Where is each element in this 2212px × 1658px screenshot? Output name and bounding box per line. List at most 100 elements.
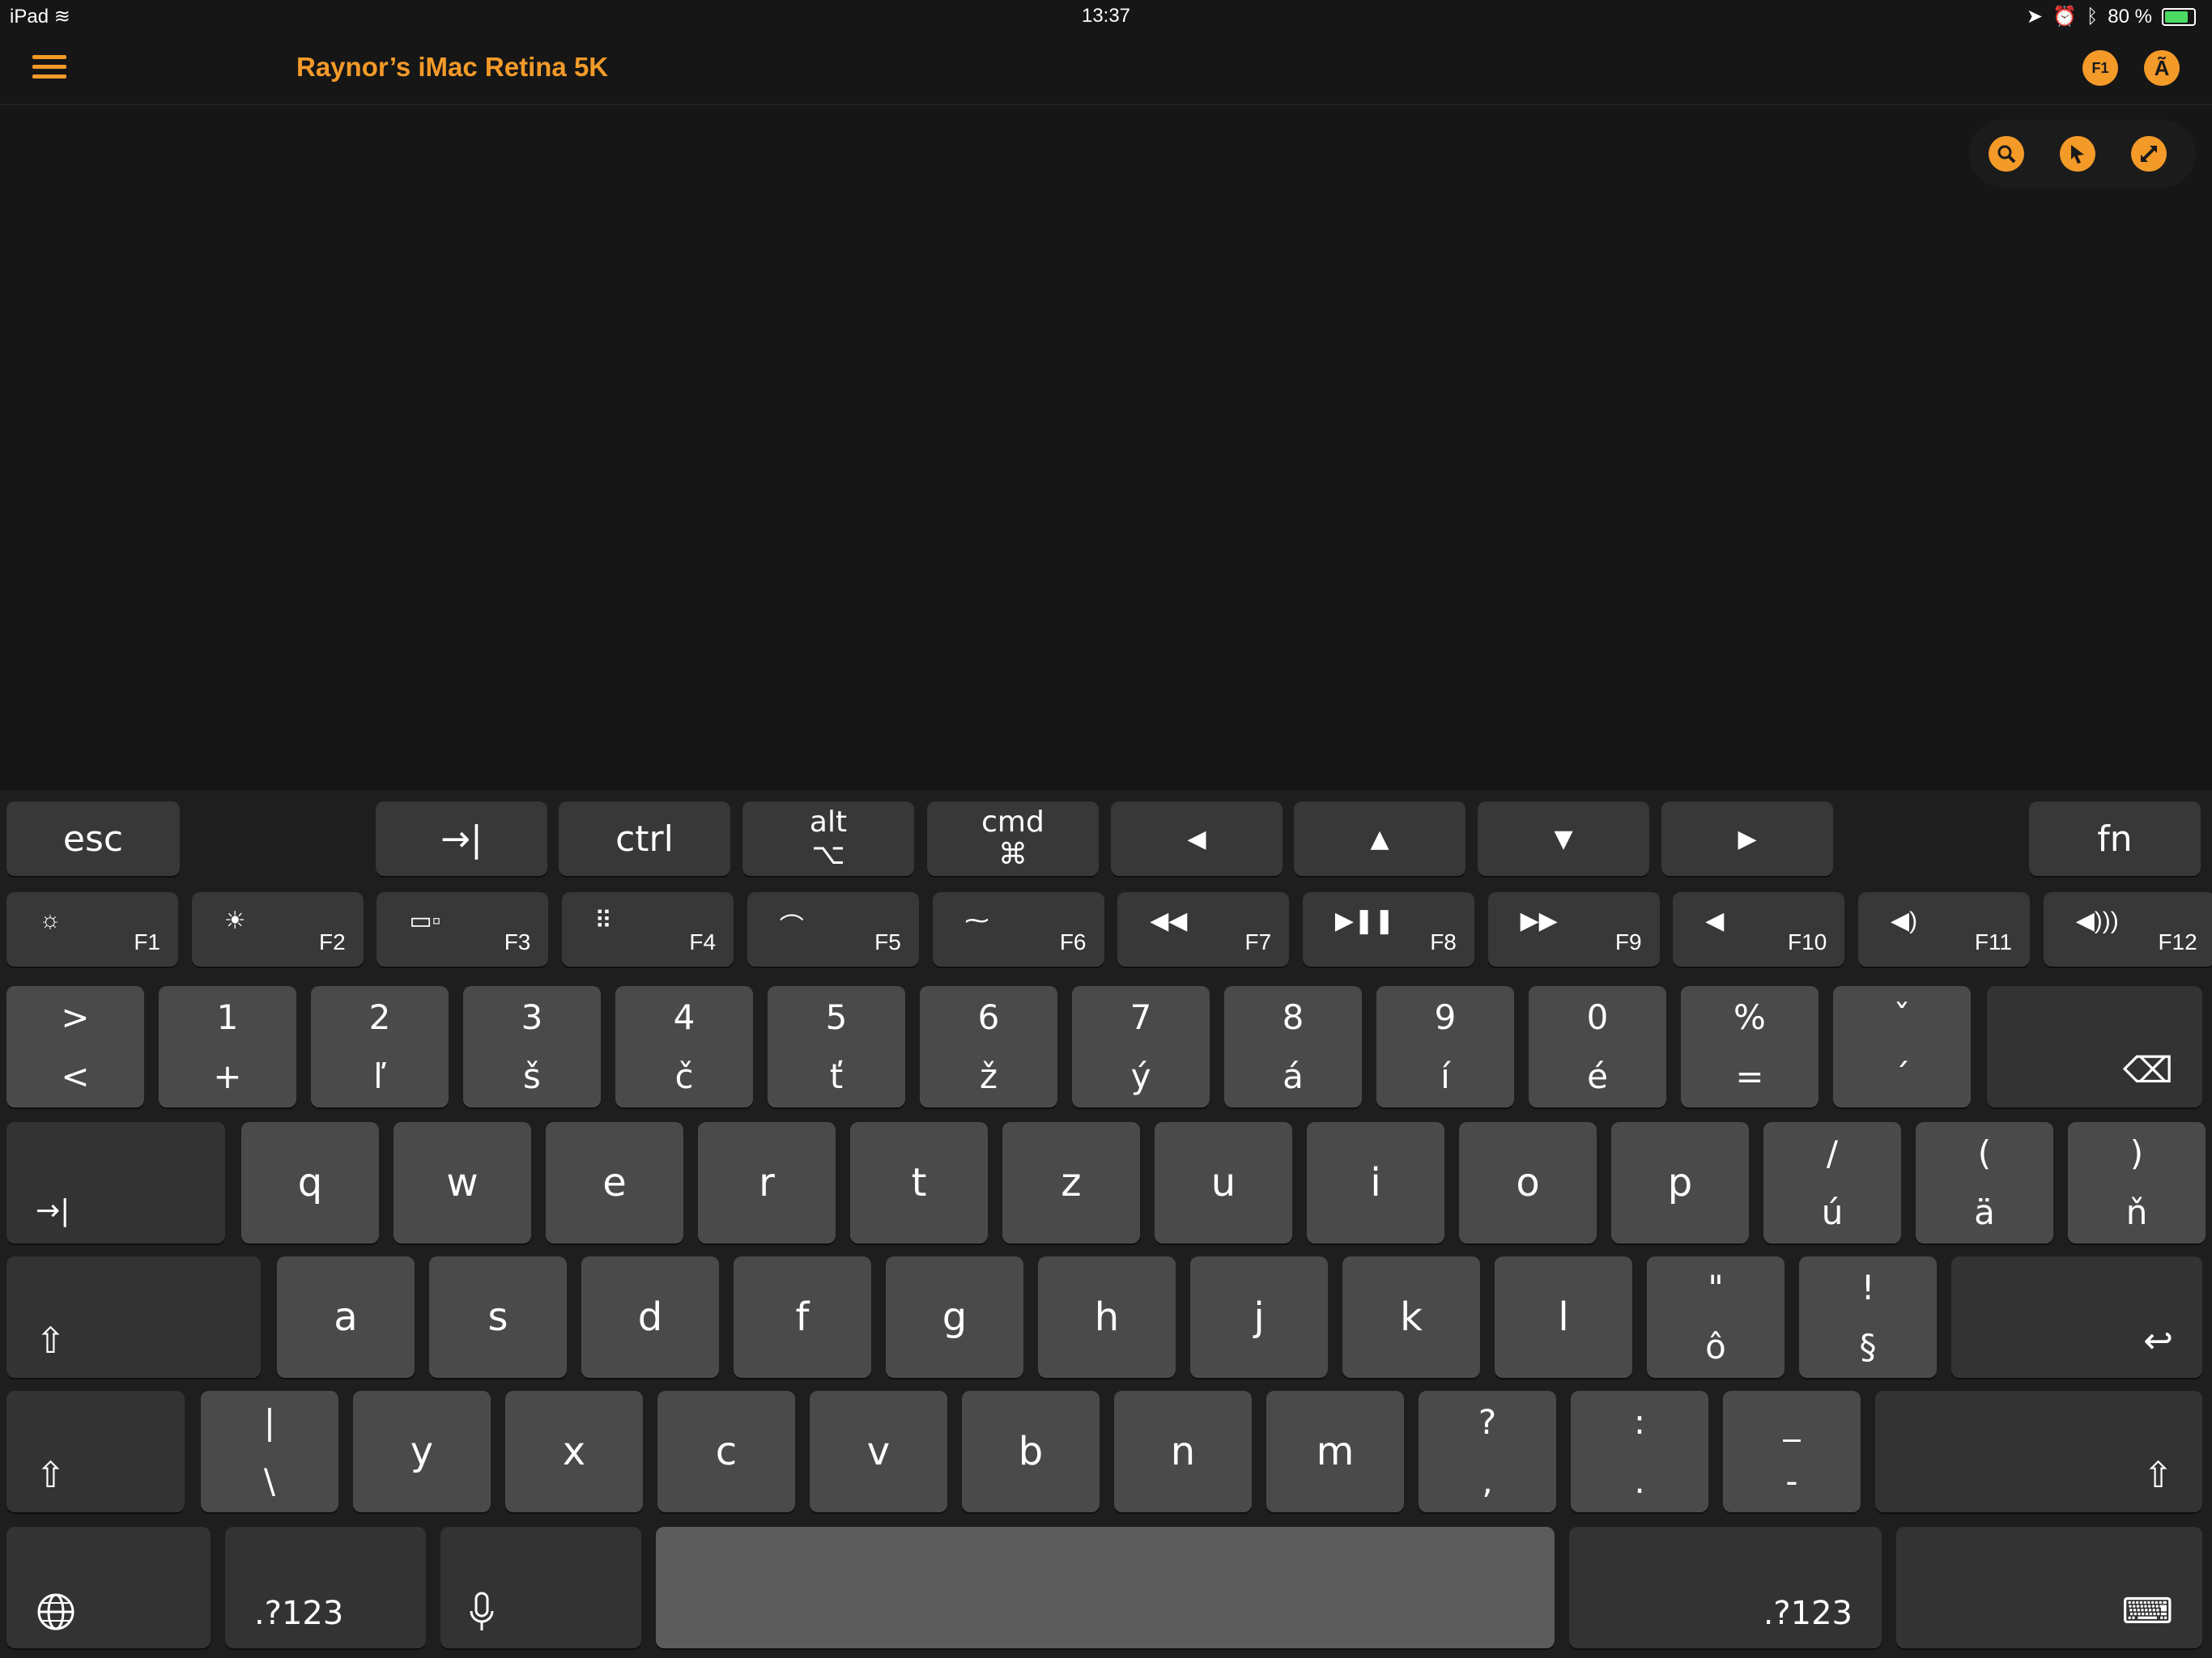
key-4[interactable]: 4č	[615, 986, 753, 1107]
fkey-f7[interactable]: ◀◀ F7	[1117, 892, 1290, 967]
key-extra4-1[interactable]: :.	[1571, 1391, 1708, 1512]
key-extra-0[interactable]: / ú	[1763, 1122, 1901, 1244]
key-7[interactable]: 7ý	[1072, 986, 1210, 1107]
numbers-key-left[interactable]: .?123	[225, 1527, 426, 1648]
key-11[interactable]: % =	[1681, 986, 1819, 1107]
key-pipe[interactable]: | \	[201, 1391, 338, 1512]
keyboard-layout-button[interactable]: Ã	[2144, 50, 2180, 86]
key-extra4-0[interactable]: ?,	[1419, 1391, 1556, 1512]
key-3[interactable]: 3š	[463, 986, 601, 1107]
arrow-left-icon: ◀	[1187, 824, 1206, 853]
key-u[interactable]: u	[1155, 1122, 1292, 1244]
fullscreen-button[interactable]	[2131, 136, 2167, 172]
key-extra-1[interactable]: (ä	[1916, 1122, 2053, 1244]
arrow-up-key[interactable]: ▲	[1294, 801, 1465, 876]
function-keys-button[interactable]: F1	[2082, 50, 2118, 86]
key-h[interactable]: h	[1038, 1256, 1176, 1378]
key-primary: 4	[673, 997, 696, 1037]
fkey-f6[interactable]: ⁓ F6	[932, 892, 1104, 967]
fkey-f3[interactable]: ▭▫ F3	[376, 892, 549, 967]
key-8[interactable]: 8á	[1224, 986, 1362, 1107]
key-letter: h	[1094, 1295, 1120, 1340]
pointer-button[interactable]	[2060, 136, 2095, 172]
key-extra4-2[interactable]: _ -	[1723, 1391, 1861, 1512]
fkey-f11[interactable]: ◀) F11	[1858, 892, 2030, 967]
key-r[interactable]: r	[698, 1122, 836, 1244]
key-2[interactable]: 2ľ	[311, 986, 449, 1107]
key-letter: s	[487, 1295, 508, 1340]
globe-key[interactable]	[6, 1527, 211, 1648]
key-primary: 3	[521, 997, 543, 1037]
space-bar[interactable]	[656, 1527, 1555, 1648]
key-x[interactable]: x	[505, 1391, 643, 1512]
numbers-key-right[interactable]: .?123	[1569, 1527, 1882, 1648]
alt-key[interactable]: alt ⌥	[742, 801, 914, 876]
key-i[interactable]: i	[1307, 1122, 1444, 1244]
key-primary: 5	[825, 997, 848, 1037]
key-extra3-1[interactable]: ! §	[1799, 1256, 1937, 1378]
return-key[interactable]: ↩	[1951, 1256, 2202, 1378]
arrow-right-key[interactable]: ▶	[1661, 801, 1833, 876]
tab-key[interactable]: →|	[376, 801, 547, 876]
key-e[interactable]: e	[546, 1122, 683, 1244]
backspace-key[interactable]: ⌫	[1987, 986, 2202, 1107]
key-p[interactable]: p	[1611, 1122, 1749, 1244]
key-f[interactable]: f	[734, 1256, 871, 1378]
key-9[interactable]: 9í	[1376, 986, 1514, 1107]
key-s[interactable]: s	[429, 1256, 567, 1378]
key-5[interactable]: 5ť	[768, 986, 905, 1107]
key-extra3-0[interactable]: " ô	[1647, 1256, 1784, 1378]
arrow-left-key[interactable]: ◀	[1111, 801, 1283, 876]
ctrl-key[interactable]: ctrl	[559, 801, 730, 876]
right-shift-key[interactable]: ⇧	[1875, 1391, 2202, 1512]
dictation-key[interactable]	[440, 1527, 641, 1648]
key-12[interactable]: ˇ ´	[1833, 986, 1971, 1107]
key-c[interactable]: c	[657, 1391, 795, 1512]
hide-keyboard-key[interactable]: ⌨	[1896, 1527, 2202, 1648]
fkey-f10[interactable]: ◀ F10	[1673, 892, 1845, 967]
key-1[interactable]: 1 +	[159, 986, 296, 1107]
key-primary: >	[61, 997, 90, 1037]
fn-key[interactable]: fn	[2029, 801, 2201, 876]
key-primary: "	[1708, 1268, 1724, 1307]
key-m[interactable]: m	[1266, 1391, 1404, 1512]
key-6[interactable]: 6ž	[920, 986, 1057, 1107]
cmd-key[interactable]: cmd ⌘	[927, 801, 1099, 876]
left-shift-key[interactable]: ⇧	[6, 1391, 185, 1512]
key-v[interactable]: v	[810, 1391, 947, 1512]
key-y[interactable]: y	[353, 1391, 491, 1512]
esc-key[interactable]: esc	[6, 801, 180, 876]
key-0[interactable]: > <	[6, 986, 144, 1107]
key-extra-2[interactable]: ) ň	[2068, 1122, 2206, 1244]
fkey-f4[interactable]: ⠿ F4	[562, 892, 734, 967]
fkey-f8[interactable]: ▶❚❚ F8	[1302, 892, 1474, 967]
menu-button[interactable]	[32, 53, 66, 85]
tab-key-main[interactable]: →|	[6, 1122, 225, 1244]
key-t[interactable]: t	[850, 1122, 988, 1244]
key-a[interactable]: a	[277, 1256, 415, 1378]
key-w[interactable]: w	[393, 1122, 531, 1244]
fkey-f9[interactable]: ▶▶ F9	[1487, 892, 1660, 967]
caps-shift-key[interactable]: ⇧	[6, 1256, 261, 1378]
key-letter: m	[1316, 1429, 1355, 1474]
key-l[interactable]: l	[1495, 1256, 1632, 1378]
key-o[interactable]: o	[1459, 1122, 1597, 1244]
volume-up-icon: ◀)))	[2075, 908, 2119, 934]
key-d[interactable]: d	[581, 1256, 719, 1378]
key-g[interactable]: g	[886, 1256, 1023, 1378]
key-letter: q	[297, 1160, 323, 1205]
key-10[interactable]: 0é	[1529, 986, 1666, 1107]
fkey-f5[interactable]: ⌒ F5	[747, 892, 919, 967]
esc-label: esc	[62, 818, 124, 860]
key-q[interactable]: q	[241, 1122, 379, 1244]
fkey-f2[interactable]: ☀ F2	[191, 892, 364, 967]
fkey-f1[interactable]: ☼ F1	[6, 892, 178, 967]
key-b[interactable]: b	[962, 1391, 1100, 1512]
zoom-button[interactable]	[1989, 136, 2024, 172]
key-k[interactable]: k	[1342, 1256, 1480, 1378]
key-j[interactable]: j	[1190, 1256, 1328, 1378]
fkey-f12[interactable]: ◀))) F12	[2043, 892, 2212, 967]
key-n[interactable]: n	[1114, 1391, 1252, 1512]
arrow-down-key[interactable]: ▼	[1478, 801, 1649, 876]
key-z[interactable]: z	[1002, 1122, 1140, 1244]
